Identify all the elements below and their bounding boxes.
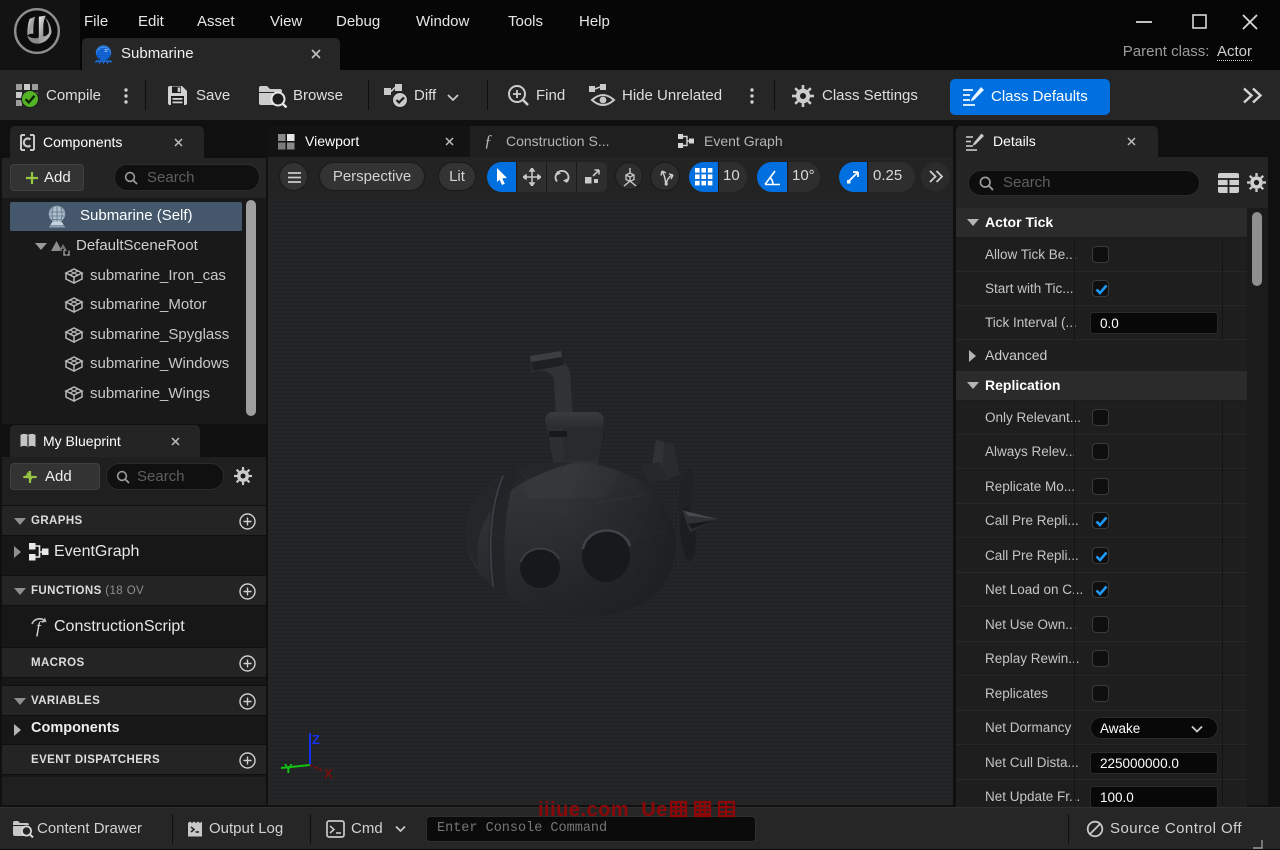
- svg-text:Y: Y: [284, 761, 293, 776]
- svg-text:X: X: [324, 766, 333, 781]
- svg-text:f: f: [36, 618, 43, 637]
- svg-text:Z: Z: [312, 732, 320, 747]
